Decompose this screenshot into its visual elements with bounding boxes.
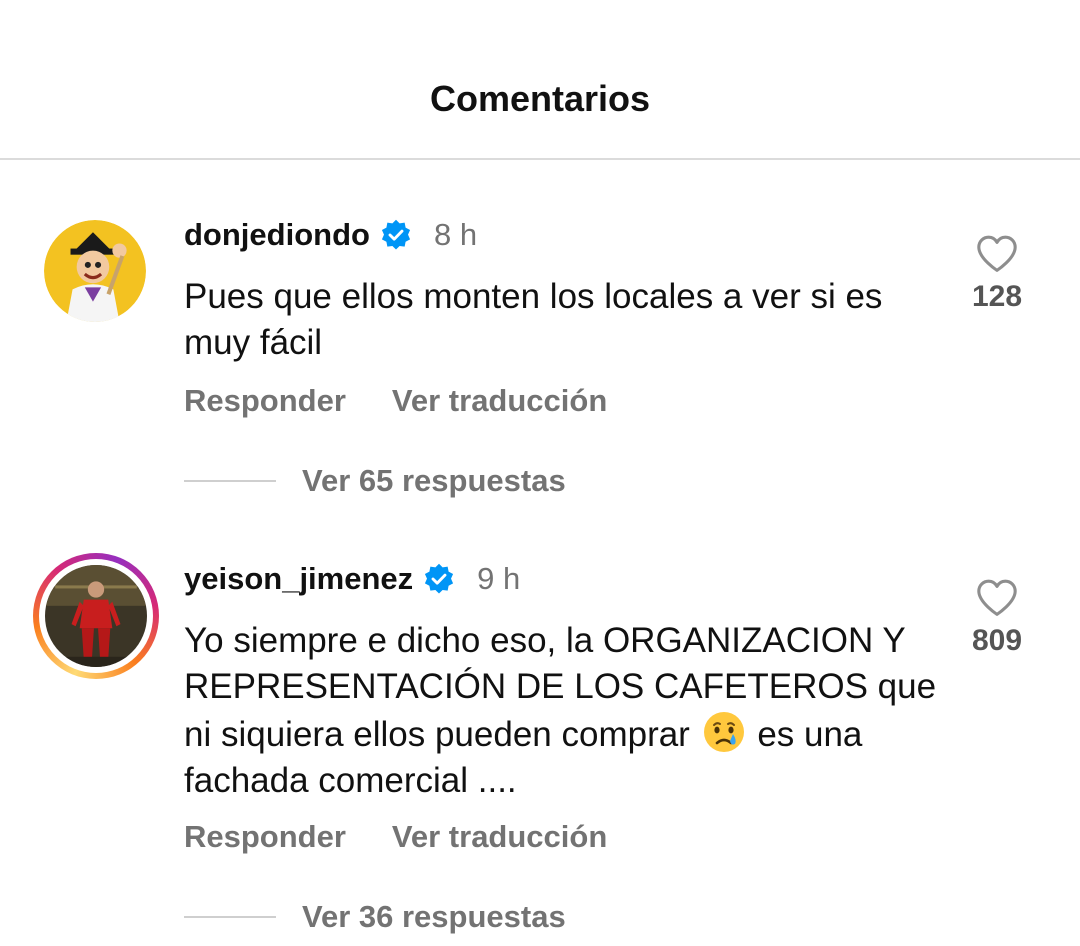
comment-text: Pues que ellos monten los locales a ver … <box>184 277 883 362</box>
username[interactable]: yeison_jimenez <box>184 561 413 597</box>
comment-text: Yo siempre e dicho eso, la ORGANIZACION … <box>184 618 944 804</box>
crying-face-emoji <box>703 712 744 752</box>
translate-button[interactable]: Ver traducción <box>392 819 607 855</box>
timestamp: 8 h <box>433 217 478 252</box>
reply-button[interactable]: Responder <box>184 819 346 855</box>
like-count: 128 <box>971 280 1023 313</box>
like-area: 809 <box>958 578 1036 658</box>
view-replies[interactable]: Ver 65 respuestas <box>184 463 566 499</box>
comment-actions: Responder Ver traducción <box>184 383 607 419</box>
replies-divider <box>184 480 276 482</box>
verified-badge-icon <box>425 563 454 594</box>
heart-icon[interactable] <box>975 578 1019 618</box>
avatar-image <box>45 565 147 667</box>
comment-meta: yeison_jimenez 9 h <box>184 559 520 599</box>
comment-actions: Responder Ver traducción <box>184 819 607 855</box>
replies-divider <box>184 916 276 918</box>
avatar <box>45 565 147 667</box>
translate-button[interactable]: Ver traducción <box>392 383 607 419</box>
comment-meta: donjediondo 8 h <box>184 215 477 255</box>
like-count: 809 <box>971 624 1023 657</box>
reply-button[interactable]: Responder <box>184 383 346 419</box>
verified-badge-icon <box>381 219 411 250</box>
view-replies-label[interactable]: Ver 36 respuestas <box>302 899 566 935</box>
comments-header: Comentarios <box>0 0 1080 160</box>
page-title: Comentarios <box>429 78 651 119</box>
avatar[interactable] <box>44 220 146 322</box>
avatar-image <box>44 220 146 322</box>
view-replies[interactable]: Ver 36 respuestas <box>184 899 566 935</box>
timestamp: 9 h <box>477 561 521 596</box>
heart-icon[interactable] <box>975 234 1019 274</box>
view-replies-label[interactable]: Ver 65 respuestas <box>302 463 566 499</box>
like-area: 128 <box>958 234 1036 314</box>
username[interactable]: donjediondo <box>184 217 370 253</box>
story-ring[interactable] <box>33 553 159 679</box>
